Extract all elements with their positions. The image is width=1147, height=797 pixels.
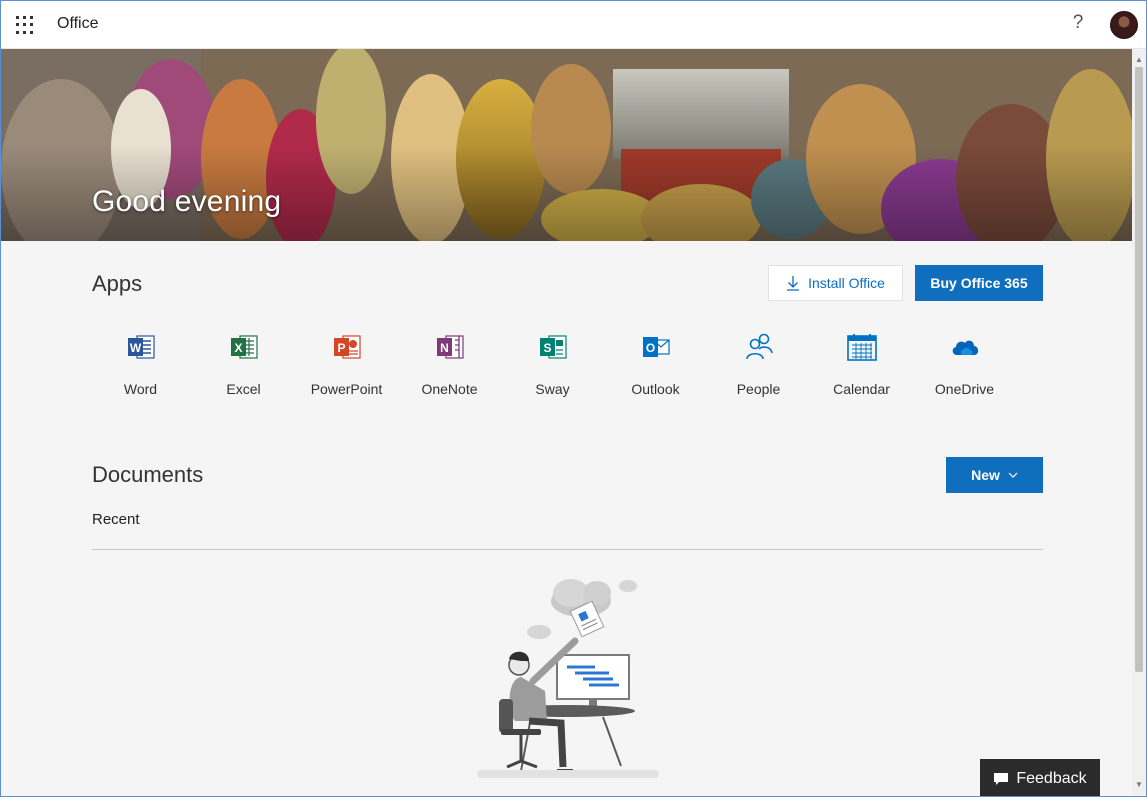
comment-icon: [994, 772, 1009, 785]
svg-text:N: N: [440, 341, 449, 355]
app-label: OneDrive: [934, 381, 995, 397]
app-label: Word: [123, 381, 158, 397]
svg-text:O: O: [645, 341, 654, 355]
scroll-down-arrow-icon[interactable]: ▼: [1134, 780, 1144, 790]
app-tile-people[interactable]: People: [707, 327, 810, 401]
svg-text:S: S: [543, 341, 551, 355]
install-office-label: Install Office: [808, 275, 885, 291]
new-document-button[interactable]: New: [946, 457, 1043, 493]
excel-icon: X: [230, 335, 258, 359]
app-label: Sway: [535, 381, 570, 397]
app-tile-calendar[interactable]: Calendar: [810, 327, 913, 401]
documents-heading: Documents: [92, 462, 204, 487]
download-icon: [787, 276, 800, 291]
app-label: Outlook: [631, 381, 680, 397]
top-bar: Office ?: [1, 1, 1146, 49]
new-button-label: New: [971, 467, 1000, 483]
apps-list: W Word X Excel P PowerPoint N OneNote S …: [89, 327, 1019, 407]
app-tile-sway[interactable]: S Sway: [501, 327, 604, 401]
scroll-up-arrow-icon[interactable]: ▲: [1134, 55, 1144, 65]
word-icon: W: [127, 335, 155, 359]
recent-tab[interactable]: Recent: [92, 511, 140, 528]
office-brand-link[interactable]: Office: [57, 15, 99, 33]
scrollbar-thumb[interactable]: [1135, 67, 1143, 672]
apps-heading: Apps: [92, 271, 143, 296]
greeting-heading: Good evening: [92, 185, 282, 218]
onedrive-icon: [952, 340, 978, 355]
app-label: People: [736, 381, 781, 397]
app-tile-powerpoint[interactable]: P PowerPoint: [295, 327, 398, 401]
buy-office-365-button[interactable]: Buy Office 365: [915, 265, 1043, 301]
onenote-icon: N: [436, 335, 464, 359]
app-tile-outlook[interactable]: O Outlook: [604, 327, 707, 401]
feedback-label: Feedback: [1016, 769, 1087, 787]
app-tile-word[interactable]: W Word: [89, 327, 192, 401]
powerpoint-icon: P: [333, 335, 361, 359]
office-home-window: Office ? Good evening ▲ ▼ Apps Install O…: [0, 0, 1147, 797]
app-label: Excel: [226, 381, 261, 397]
app-label: Calendar: [833, 381, 890, 397]
sway-icon: S: [539, 335, 567, 359]
chevron-down-icon: [1008, 472, 1018, 478]
app-tile-excel[interactable]: X Excel: [192, 327, 295, 401]
calendar-icon: [846, 334, 877, 361]
app-tile-onedrive[interactable]: OneDrive: [913, 327, 1016, 401]
app-label: PowerPoint: [310, 381, 383, 397]
app-label: OneNote: [421, 381, 478, 397]
app-tile-onenote[interactable]: N OneNote: [398, 327, 501, 401]
user-avatar[interactable]: [1110, 11, 1138, 39]
install-office-button[interactable]: Install Office: [768, 265, 903, 301]
feedback-button[interactable]: Feedback: [980, 759, 1100, 796]
vertical-scrollbar[interactable]: ▲ ▼: [1132, 49, 1146, 796]
svg-text:W: W: [129, 341, 141, 355]
outlook-icon: O: [642, 337, 670, 357]
help-icon[interactable]: ?: [1069, 12, 1087, 34]
svg-text:P: P: [337, 341, 345, 355]
empty-documents-illustration: [477, 579, 659, 778]
app-launcher-waffle-icon[interactable]: [16, 16, 34, 34]
hero-banner: Good evening: [1, 49, 1132, 241]
people-icon: [745, 333, 773, 360]
section-divider: [92, 549, 1043, 550]
svg-text:X: X: [234, 341, 242, 355]
